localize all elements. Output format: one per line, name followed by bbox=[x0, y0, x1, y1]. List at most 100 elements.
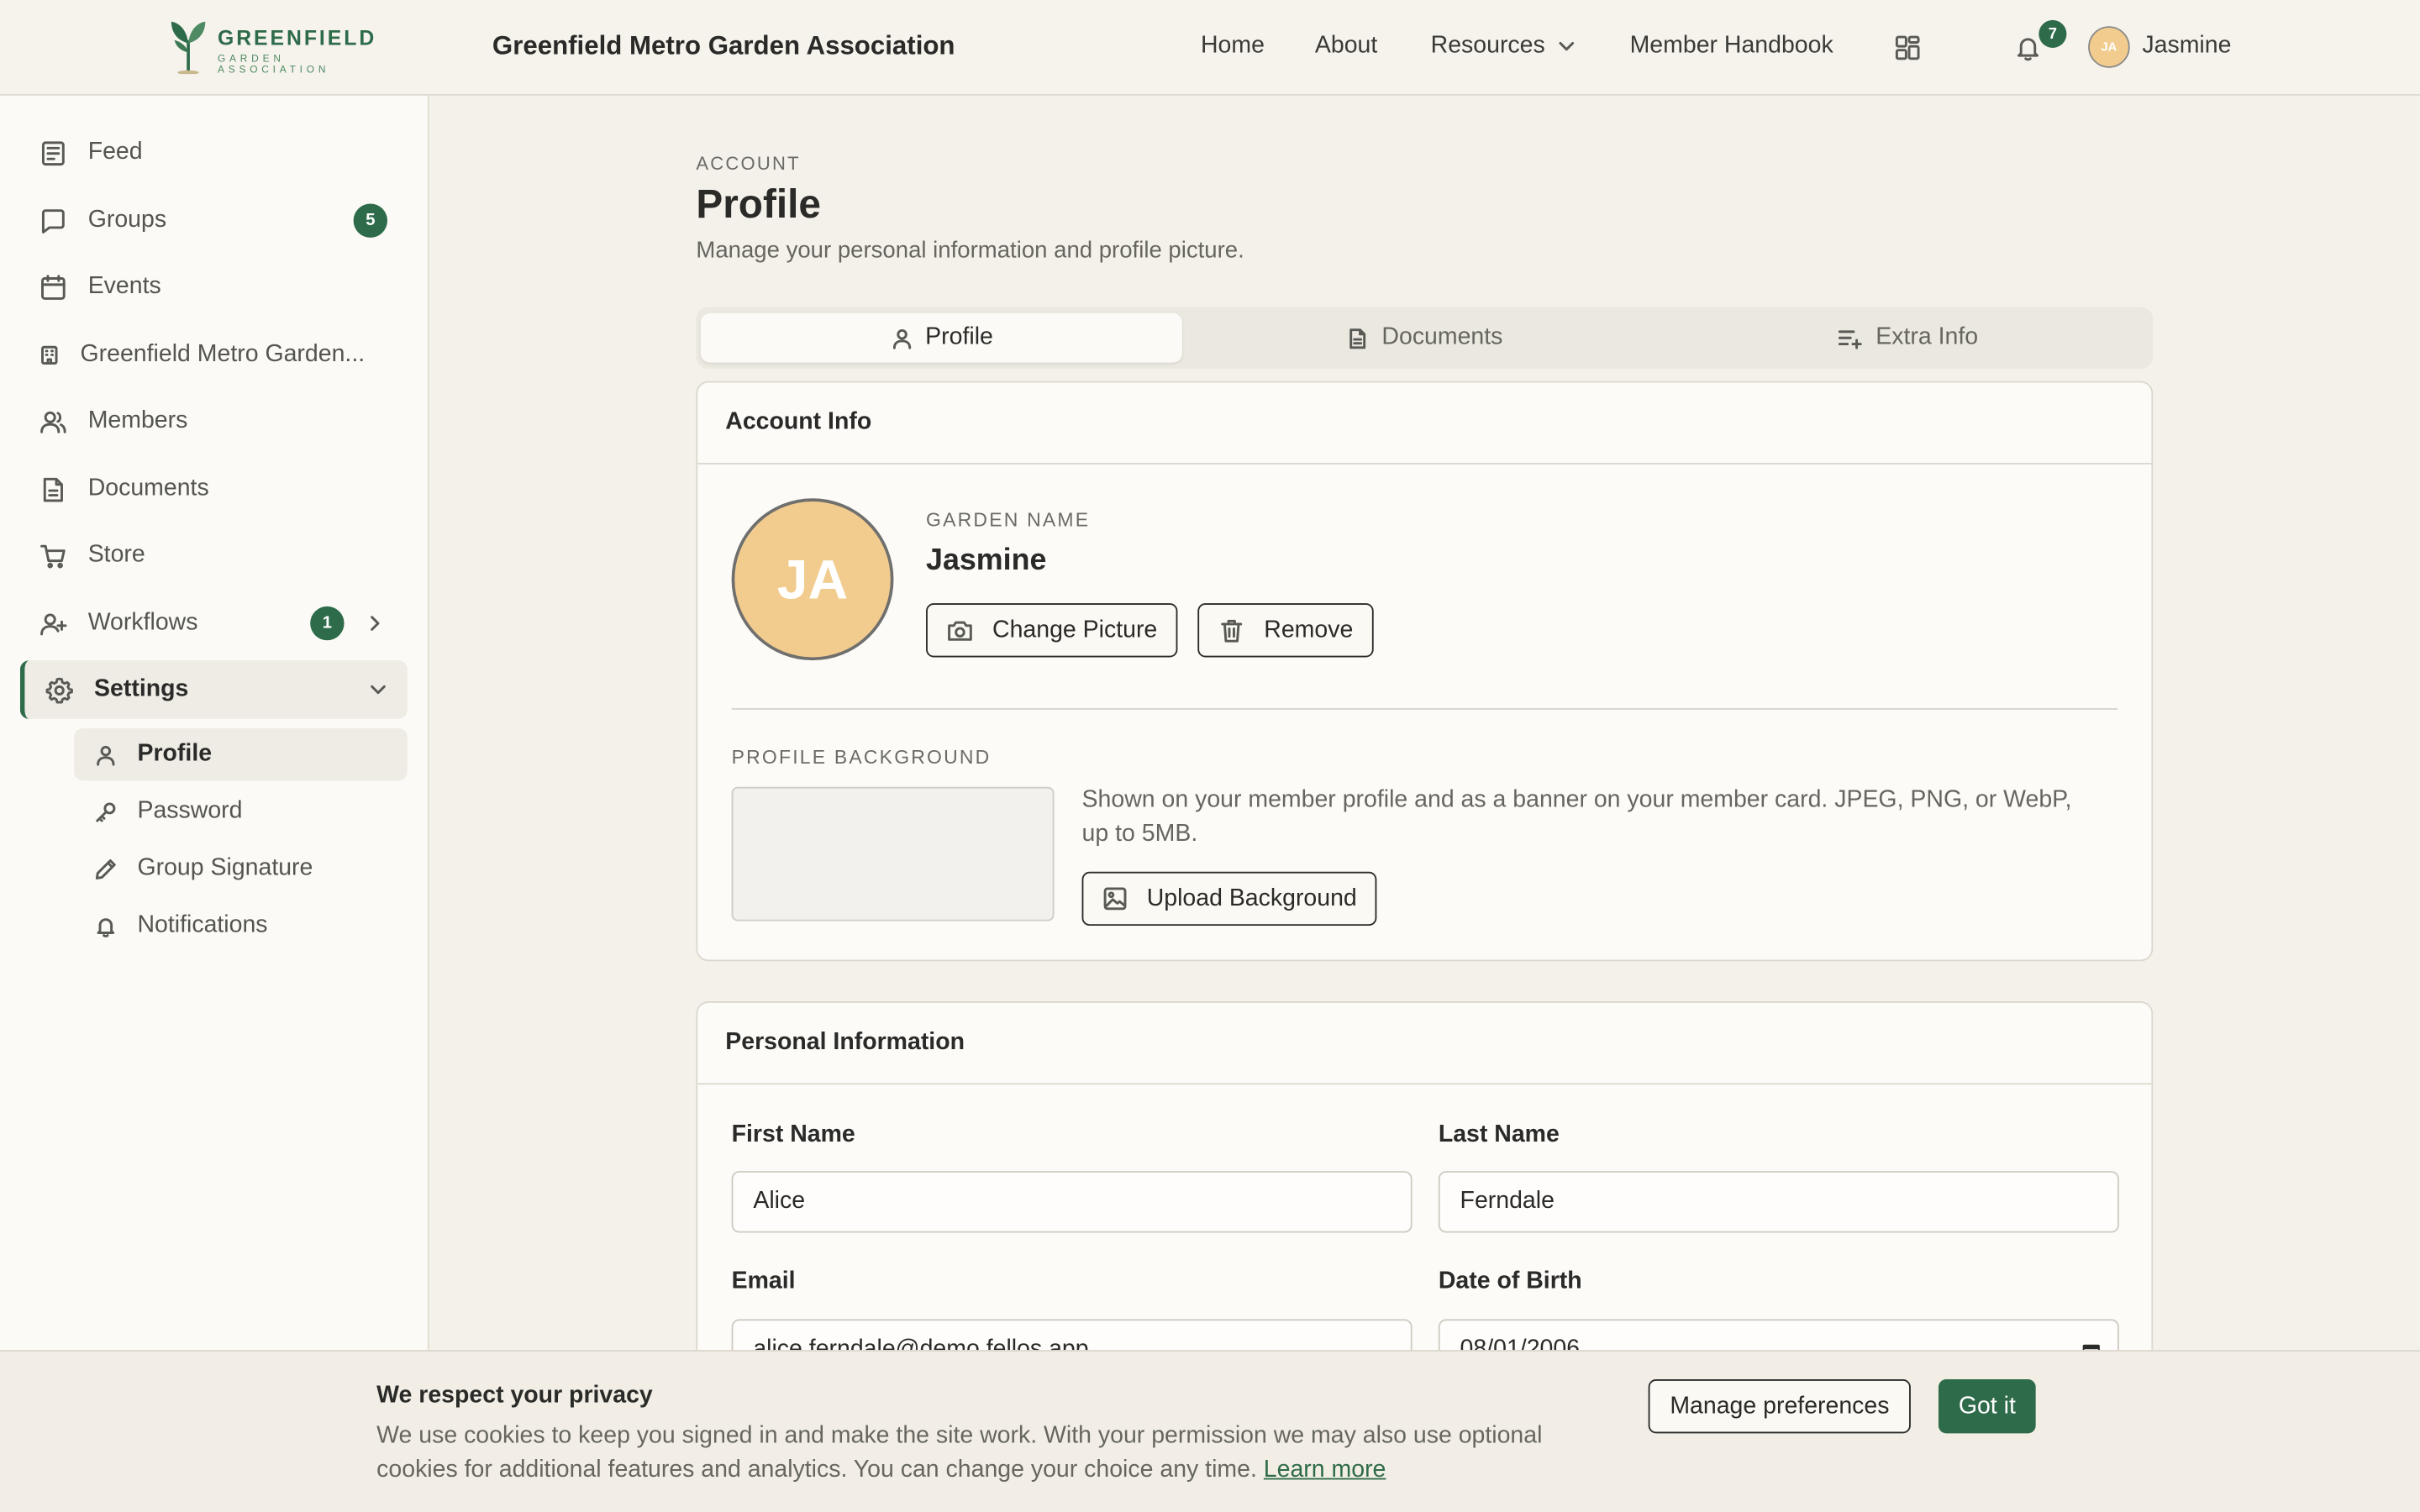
notification-count-badge: 7 bbox=[2039, 19, 2067, 48]
nav-member-handbook[interactable]: Member Handbook bbox=[1630, 33, 1833, 60]
tab-documents[interactable]: Documents bbox=[1184, 313, 1665, 363]
sprout-logo-icon bbox=[171, 21, 206, 75]
garden-name-label: GARDEN NAME bbox=[926, 509, 1091, 531]
account-info-heading: Account Info bbox=[697, 383, 2152, 465]
remove-picture-button[interactable]: Remove bbox=[1197, 603, 1374, 658]
sidebar-item-store[interactable]: Store bbox=[39, 537, 145, 574]
tab-profile[interactable]: Profile bbox=[700, 312, 1182, 363]
sidebar-item-label: Feed bbox=[87, 139, 143, 165]
sidebar-subitem-label: Group Signature bbox=[137, 854, 313, 881]
sidebar-item-label: Events bbox=[87, 273, 161, 300]
list-plus-icon bbox=[1839, 329, 1863, 349]
image-icon bbox=[1103, 887, 1127, 911]
sidebar-item-events[interactable]: Events bbox=[39, 269, 161, 306]
sidebar-item-label: Groups bbox=[87, 207, 167, 234]
last-name-field[interactable]: Ferndale bbox=[1438, 1171, 2119, 1233]
org-title: Greenfield Metro Garden Association bbox=[492, 30, 955, 60]
top-bar: GREENFIELD GARDEN ASSOCIATION Greenfield… bbox=[0, 0, 2420, 96]
sidebar-item-label: Documents bbox=[87, 475, 209, 501]
last-name-label: Last Name bbox=[1438, 1121, 1560, 1148]
workflows-count-badge: 1 bbox=[310, 606, 345, 641]
calendar-icon bbox=[41, 274, 66, 299]
nav-about[interactable]: About bbox=[1315, 33, 1377, 60]
profile-background-label: PROFILE BACKGROUND bbox=[731, 746, 992, 769]
first-name-field[interactable]: Alice bbox=[731, 1171, 1413, 1233]
newspaper-icon bbox=[41, 140, 65, 165]
chevron-right-icon[interactable] bbox=[364, 612, 386, 634]
sidebar-item-label: Settings bbox=[94, 675, 189, 702]
upload-background-label: Upload Background bbox=[1146, 885, 1357, 911]
profile-background-description: Shown on your member profile and as a ba… bbox=[1081, 786, 2072, 848]
sidebar-item-feed[interactable]: Feed bbox=[39, 134, 143, 171]
upload-background-button[interactable]: Upload Background bbox=[1081, 871, 1377, 927]
notifications-button[interactable]: 7 bbox=[2014, 19, 2067, 65]
sidebar-item-label: Workflows bbox=[87, 609, 198, 636]
logo[interactable]: GREENFIELD GARDEN ASSOCIATION bbox=[166, 18, 398, 77]
user-icon bbox=[892, 328, 911, 349]
user-icon bbox=[97, 744, 115, 765]
cookie-title: We respect your privacy bbox=[376, 1382, 653, 1409]
dob-label: Date of Birth bbox=[1438, 1268, 1582, 1295]
sidebar-item-groups[interactable]: Groups 5 bbox=[39, 202, 388, 239]
profile-tabs: Profile Documents Extra Info bbox=[696, 307, 2154, 369]
user-plus-icon bbox=[40, 612, 67, 635]
sidebar-item-workflows[interactable]: Workflows 1 bbox=[39, 605, 387, 642]
trash-icon bbox=[1221, 618, 1243, 642]
garden-name-value: Jasmine bbox=[926, 543, 1047, 577]
bell-icon bbox=[2017, 38, 2039, 61]
manage-preferences-button[interactable]: Manage preferences bbox=[1648, 1379, 1912, 1434]
chat-icon bbox=[41, 208, 65, 233]
users-icon bbox=[40, 410, 66, 433]
profile-background-preview bbox=[731, 786, 1055, 921]
app-root: GREENFIELD GARDEN ASSOCIATION Greenfield… bbox=[0, 0, 2420, 1512]
tab-label: Documents bbox=[1381, 323, 1503, 350]
building-icon bbox=[41, 345, 58, 365]
nav-home[interactable]: Home bbox=[1201, 33, 1265, 60]
sidebar-subitem-password[interactable]: Password bbox=[74, 785, 408, 837]
section-divider bbox=[731, 708, 2118, 710]
page-eyebrow: ACCOUNT bbox=[696, 152, 801, 175]
tab-extra-info[interactable]: Extra Info bbox=[1667, 313, 2149, 363]
tab-label: Extra Info bbox=[1876, 323, 1979, 350]
personal-info-card: Personal Information First Name Alice La… bbox=[696, 1001, 2154, 1403]
sidebar-subitem-group-signature[interactable]: Group Signature bbox=[74, 843, 408, 895]
apps-grid-icon[interactable] bbox=[1894, 34, 1922, 61]
key-icon bbox=[96, 801, 116, 822]
document-icon bbox=[43, 476, 63, 501]
sidebar-item-documents[interactable]: Documents bbox=[39, 470, 209, 507]
chevron-down-icon bbox=[1559, 41, 1575, 51]
sidebar-item-members[interactable]: Members bbox=[39, 402, 187, 439]
page-title: Profile bbox=[696, 180, 821, 227]
document-icon bbox=[1349, 328, 1366, 349]
sidebar-subitem-notifications[interactable]: Notifications bbox=[74, 900, 408, 952]
user-avatar[interactable]: JA bbox=[2088, 26, 2130, 68]
chevron-down-icon bbox=[371, 685, 386, 695]
sidebar-item-label: Greenfield Metro Garden... bbox=[80, 340, 366, 368]
learn-more-link[interactable]: Learn more bbox=[1264, 1457, 1386, 1483]
remove-picture-label: Remove bbox=[1264, 616, 1354, 643]
cookie-banner: We respect your privacy We use cookies t… bbox=[0, 1350, 2420, 1512]
sidebar-item-organization[interactable]: Greenfield Metro Garden... bbox=[39, 336, 365, 373]
user-name[interactable]: Jasmine bbox=[2142, 33, 2231, 60]
sidebar-subitem-label: Profile bbox=[137, 740, 213, 767]
change-picture-label: Change Picture bbox=[992, 616, 1158, 643]
groups-count-badge: 5 bbox=[353, 203, 388, 238]
nav-resources[interactable]: Resources bbox=[1431, 33, 1578, 60]
change-picture-button[interactable]: Change Picture bbox=[926, 603, 1178, 658]
sidebar: Feed Groups 5 Events Greenfield Metro Ga… bbox=[0, 95, 429, 1512]
pen-icon bbox=[95, 858, 116, 879]
gear-icon bbox=[45, 676, 73, 703]
account-info-card: Account Info JA GARDEN NAME Jasmine Chan… bbox=[696, 381, 2154, 962]
nav-resources-label: Resources bbox=[1430, 32, 1545, 59]
email-label: Email bbox=[731, 1268, 796, 1295]
sidebar-subitem-label: Password bbox=[137, 797, 243, 824]
logo-wordmark: GREENFIELD bbox=[217, 26, 377, 50]
personal-info-heading: Personal Information bbox=[697, 1003, 2152, 1085]
accept-cookies-button[interactable]: Got it bbox=[1938, 1379, 2036, 1434]
sidebar-item-settings[interactable]: Settings bbox=[19, 660, 408, 719]
cart-icon bbox=[40, 543, 66, 568]
sidebar-subitem-profile[interactable]: Profile bbox=[74, 727, 408, 781]
first-name-label: First Name bbox=[731, 1121, 855, 1148]
logo-subtitle: GARDEN ASSOCIATION bbox=[217, 54, 330, 76]
bell-icon bbox=[97, 917, 115, 937]
